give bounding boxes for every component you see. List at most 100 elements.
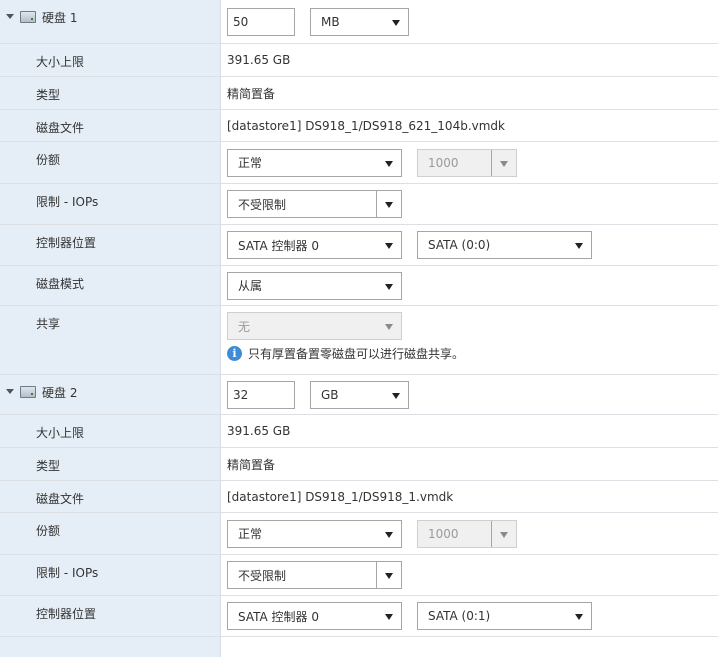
disk1-controller-select[interactable]: SATA 控制器 0 (227, 231, 402, 259)
disk2-controller-cell: SATA 控制器 0 SATA (0:1) (221, 596, 718, 636)
chevron-down-icon (385, 531, 393, 538)
disk1-sharing-label: 共享 (0, 306, 221, 374)
disk2-title: 硬盘 2 (42, 386, 78, 400)
disk1-mode-label: 磁盘模式 (0, 266, 221, 305)
hard-disk-icon (20, 386, 36, 398)
trailing-row (0, 637, 718, 657)
info-icon: i (227, 346, 242, 361)
disk2-size-unit-select[interactable]: GB (310, 380, 409, 409)
disk2-shares-row: 份额 正常 1000 (0, 513, 718, 555)
disk1-sharing-cell: 无 i 只有厚置备置零磁盘可以进行磁盘共享。 (221, 306, 718, 374)
disk1-controller-value: SATA 控制器 0 (238, 238, 319, 253)
disk1-port-value: SATA (0:0) (428, 238, 491, 252)
disk1-max-size-value: 391.65 GB (227, 53, 291, 67)
chevron-down-icon (385, 324, 393, 330)
disk1-size-input[interactable]: 50 (227, 7, 295, 36)
disk2-shares-select[interactable]: 正常 (227, 519, 402, 548)
disk1-shares-cell: 正常 1000 (221, 142, 718, 183)
disk1-type-row: 类型 精简置备 (0, 77, 718, 110)
disk1-sharing-select-value: 无 (238, 319, 251, 334)
disk2-size-cell: 32 GB (221, 375, 718, 414)
disk2-port-select[interactable]: SATA (0:1) (417, 602, 592, 630)
hard-disk-icon (20, 11, 36, 23)
caret-down-icon[interactable] (6, 389, 14, 394)
disk1-sharing-select: 无 (227, 312, 402, 340)
caret-down-icon[interactable] (6, 14, 14, 19)
disk1-size-cell: 50 MB (221, 0, 718, 43)
disk1-file-value: [datastore1] DS918_1/DS918_621_104b.vmdk (227, 118, 505, 133)
trailing-label-cell (0, 637, 221, 657)
disk1-shares-label: 份额 (0, 142, 221, 183)
chevron-down-icon (392, 19, 400, 26)
disk1-size-unit-value: MB (321, 14, 340, 29)
disk1-size-unit-select[interactable]: MB (310, 7, 409, 36)
chevron-down-icon (392, 392, 400, 399)
disk1-file-row: 磁盘文件 [datastore1] DS918_1/DS918_621_104b… (0, 110, 718, 142)
disk1-controller-cell: SATA 控制器 0 SATA (0:0) (221, 225, 718, 265)
vm-disk-settings: 硬盘 1 50 MB 大小上限 391.65 GB 类型 精简置备 磁盘文件 [… (0, 0, 718, 657)
disk2-controller-select[interactable]: SATA 控制器 0 (227, 602, 402, 630)
chevron-down-icon (385, 283, 393, 290)
disk2-controller-label: 控制器位置 (0, 596, 221, 636)
disk1-mode-row: 磁盘模式 从属 (0, 266, 718, 306)
disk2-size-input[interactable]: 32 (227, 380, 295, 409)
disk1-max-size-label: 大小上限 (0, 44, 221, 76)
trailing-value-cell (221, 637, 718, 657)
chevron-down-icon (575, 614, 583, 620)
disk1-type-value: 精简置备 (227, 86, 276, 101)
chevron-down-icon (500, 531, 508, 538)
disk2-file-label: 磁盘文件 (0, 481, 221, 512)
chevron-down-icon (385, 160, 393, 167)
disk2-title-cell[interactable]: 硬盘 2 (0, 375, 221, 414)
disk1-mode-cell: 从属 (221, 266, 718, 305)
disk2-port-value: SATA (0:1) (428, 609, 491, 623)
disk1-shares-number-value: 1000 (428, 155, 459, 170)
disk2-file-value: [datastore1] DS918_1/DS918_1.vmdk (227, 489, 454, 504)
chevron-down-icon (385, 202, 393, 208)
disk1-iops-select[interactable]: 不受限制 (227, 190, 402, 218)
disk2-iops-select[interactable]: 不受限制 (227, 561, 402, 589)
disk2-shares-select-value: 正常 (238, 527, 263, 541)
disk2-controller-value: SATA 控制器 0 (238, 609, 319, 624)
disk2-iops-cell: 不受限制 (221, 555, 718, 595)
disk2-file-row: 磁盘文件 [datastore1] DS918_1/DS918_1.vmdk (0, 481, 718, 513)
chevron-down-icon (575, 243, 583, 249)
chevron-down-icon (385, 614, 393, 620)
disk2-size-unit-value: GB (321, 387, 339, 402)
disk1-title: 硬盘 1 (42, 11, 78, 25)
disk1-iops-select-value: 不受限制 (238, 197, 287, 212)
disk1-iops-cell: 不受限制 (221, 184, 718, 224)
disk2-type-label: 类型 (0, 448, 221, 480)
disk2-iops-row: 限制 - IOPs 不受限制 (0, 555, 718, 596)
chevron-down-icon (385, 243, 393, 249)
disk2-max-size-label: 大小上限 (0, 415, 221, 447)
disk1-shares-select[interactable]: 正常 (227, 148, 402, 177)
disk2-iops-select-value: 不受限制 (238, 568, 287, 583)
chevron-down-icon (385, 573, 393, 579)
disk1-port-select[interactable]: SATA (0:0) (417, 231, 592, 259)
disk1-shares-select-value: 正常 (238, 156, 263, 170)
disk1-shares-row: 份额 正常 1000 (0, 142, 718, 184)
disk1-sharing-row: 共享 无 i 只有厚置备置零磁盘可以进行磁盘共享。 (0, 306, 718, 375)
disk1-iops-label: 限制 - IOPs (0, 184, 221, 224)
disk2-shares-cell: 正常 1000 (221, 513, 718, 554)
disk1-mode-select[interactable]: 从属 (227, 271, 402, 300)
disk2-shares-label: 份额 (0, 513, 221, 554)
disk1-max-size-row: 大小上限 391.65 GB (0, 44, 718, 77)
disk1-file-label: 磁盘文件 (0, 110, 221, 141)
disk2-type-row: 类型 精简置备 (0, 448, 718, 481)
chevron-down-icon (500, 160, 508, 167)
disk1-iops-row: 限制 - IOPs 不受限制 (0, 184, 718, 225)
disk1-sharing-info-text: 只有厚置备置零磁盘可以进行磁盘共享。 (248, 347, 465, 361)
disk1-title-cell[interactable]: 硬盘 1 (0, 0, 221, 43)
disk1-controller-row: 控制器位置 SATA 控制器 0 SATA (0:0) (0, 225, 718, 266)
disk1-sharing-info: i 只有厚置备置零磁盘可以进行磁盘共享。 (227, 345, 464, 362)
disk2-max-size-value: 391.65 GB (227, 424, 291, 438)
disk1-type-label: 类型 (0, 77, 221, 109)
disk2-iops-label: 限制 - IOPs (0, 555, 221, 595)
disk2-header-row: 硬盘 2 32 GB (0, 375, 718, 415)
disk2-controller-row: 控制器位置 SATA 控制器 0 SATA (0:1) (0, 596, 718, 637)
disk2-type-value: 精简置备 (227, 457, 276, 472)
disk2-max-size-row: 大小上限 391.65 GB (0, 415, 718, 448)
disk2-shares-number-value: 1000 (428, 526, 459, 541)
